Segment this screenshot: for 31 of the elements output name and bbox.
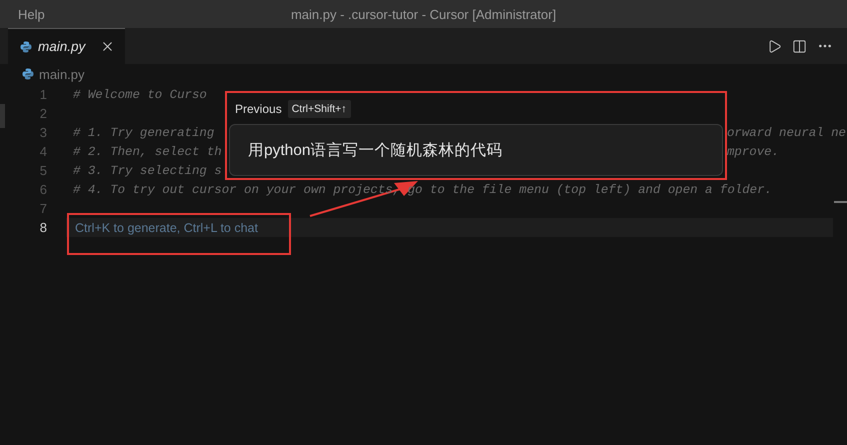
breadcrumb-item[interactable]: main.py bbox=[39, 66, 85, 82]
python-file-icon bbox=[20, 40, 32, 52]
code-comment: # 1. Try generating bbox=[73, 126, 214, 140]
python-file-icon bbox=[22, 68, 34, 80]
scroll-marker bbox=[834, 201, 847, 203]
previous-label: Previous bbox=[235, 102, 282, 116]
code-comment: orward neural ne bbox=[727, 126, 846, 140]
window-title: main.py - .cursor-tutor - Cursor [Administrator] bbox=[290, 6, 556, 22]
line-number: 3 bbox=[38, 125, 47, 140]
shortcut-key: Ctrl+Shift+↑ bbox=[288, 100, 351, 118]
line-number: 8 bbox=[38, 220, 47, 235]
close-icon[interactable] bbox=[100, 39, 115, 54]
line-number: 4 bbox=[38, 144, 47, 159]
inline-prompt-field[interactable]: Ctrl+K to generate, Ctrl+L to chat bbox=[66, 218, 833, 237]
code-comment: # 2. Then, select th bbox=[73, 144, 222, 158]
line-number: 1 bbox=[38, 87, 47, 102]
menu-item[interactable]: Help bbox=[18, 6, 45, 22]
prompt-input-field[interactable]: 用python语言写一个随机森林的代码 bbox=[229, 124, 723, 176]
editor-tab[interactable]: main.py bbox=[8, 28, 125, 64]
code-comment: mprove. bbox=[727, 144, 780, 158]
line-number: 6 bbox=[38, 182, 47, 197]
code-comment: # 4. To try out cursor on your own projects, go to the file menu (top left) and open a folder. bbox=[73, 182, 773, 196]
sidebar-edge bbox=[0, 104, 5, 128]
line-number: 5 bbox=[38, 163, 47, 178]
code-comment: # 3. Try selecting s bbox=[73, 164, 222, 178]
code-comment: # Welcome to Curso bbox=[73, 88, 207, 102]
split-editor-icon[interactable] bbox=[792, 38, 807, 54]
run-icon[interactable] bbox=[767, 38, 782, 54]
line-number: 7 bbox=[38, 201, 47, 216]
line-number: 2 bbox=[38, 106, 47, 121]
tab-label: main.py bbox=[38, 39, 87, 54]
